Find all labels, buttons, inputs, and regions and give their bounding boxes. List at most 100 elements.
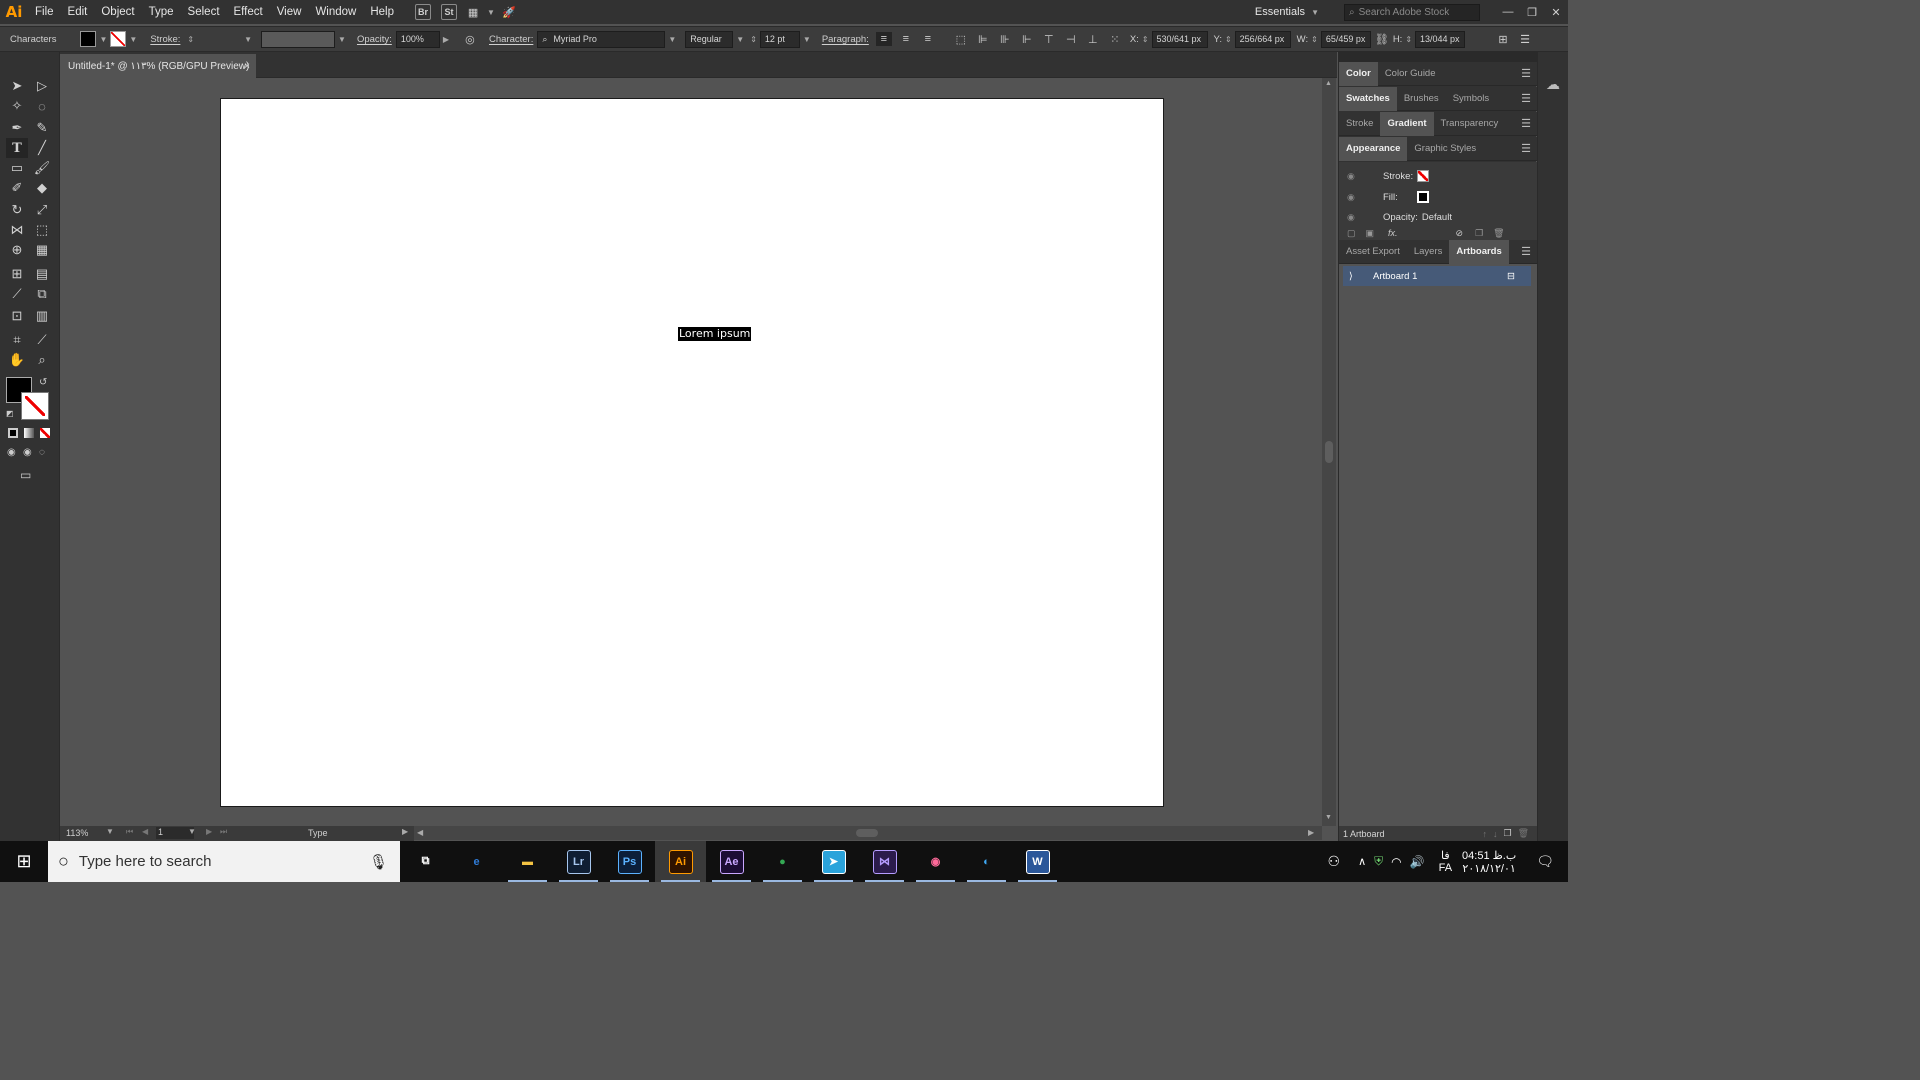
taskbar-app-chrome[interactable]: ● [757, 841, 808, 882]
align-left-edges-icon[interactable]: ⊫ [975, 32, 991, 46]
free-transform-tool-icon[interactable]: ⬚ [31, 220, 53, 240]
draw-behind-icon[interactable]: ◉ [23, 447, 32, 458]
panel-menu-icon[interactable]: ☰ [1521, 142, 1531, 155]
menu-type[interactable]: Type [142, 0, 181, 24]
chevron-down-icon[interactable]: ▼ [99, 35, 107, 44]
panel-menu-icon[interactable]: ☰ [1517, 32, 1533, 46]
taskbar-app-explorer[interactable]: ▬ [502, 841, 553, 882]
type-tool-icon[interactable]: T [6, 138, 28, 158]
taskbar-app-illustrator[interactable]: Ai [655, 841, 706, 882]
appearance-stroke-row[interactable]: ◉ Stroke: [1347, 166, 1527, 186]
fill-swatch[interactable] [80, 31, 97, 47]
scale-tool-icon[interactable]: ⤢ [31, 200, 53, 220]
tab-symbols[interactable]: Symbols [1446, 87, 1496, 111]
shape-builder-tool-icon[interactable]: ⊕ [6, 240, 28, 260]
stepper-icon[interactable]: ⇕ [187, 35, 194, 44]
workspace-switcher[interactable]: Essentials ▼ [1255, 6, 1322, 18]
move-up-icon[interactable]: ↑ [1482, 829, 1487, 839]
microphone-icon[interactable]: 🎙 [369, 853, 388, 871]
paragraph-label[interactable]: Paragraph: [822, 34, 869, 45]
show-hidden-icons-icon[interactable]: ∧ [1358, 855, 1366, 868]
tab-color[interactable]: Color [1339, 61, 1378, 86]
selected-text-object[interactable]: Lorem ipsum [678, 327, 752, 341]
new-fill-icon[interactable]: ▣ [1366, 228, 1375, 239]
align-to-icon[interactable]: ⬚ [953, 32, 969, 46]
stepper-icon[interactable]: ⇕ [1311, 35, 1318, 44]
duplicate-item-icon[interactable]: ❐ [1475, 228, 1483, 239]
creative-cloud-libraries-icon[interactable]: ☁ [1546, 76, 1560, 93]
volume-icon[interactable]: 🔊 [1410, 855, 1425, 869]
horizontal-scrollbar[interactable]: ◀ ▶ [414, 826, 1322, 840]
zoom-level[interactable]: 113% [66, 828, 88, 838]
chevron-down-icon[interactable]: ▼ [244, 35, 252, 44]
stepper-icon[interactable]: ⇕ [1405, 35, 1412, 44]
shaper-tool-icon[interactable]: ✐ [6, 178, 28, 198]
last-artboard-icon[interactable]: ⏭ [220, 827, 227, 837]
vertical-scroll-thumb[interactable] [1325, 441, 1333, 463]
document-tab[interactable]: Untitled-1* @ ۱۱۳% (RGB/GPU Preview) × [60, 54, 256, 78]
align-bottom-icon[interactable]: ⊥ [1085, 32, 1101, 46]
stroke-swatch[interactable] [110, 31, 127, 47]
tab-graphic-styles[interactable]: Graphic Styles [1407, 137, 1483, 161]
search-stock-input[interactable]: ⌕ Search Adobe Stock [1344, 3, 1480, 21]
variable-width-profile[interactable] [261, 30, 336, 48]
swap-colors-icon[interactable]: ↺ [39, 377, 47, 388]
menu-view[interactable]: View [270, 0, 309, 24]
input-language[interactable]: فا FA [1439, 849, 1452, 874]
menu-object[interactable]: Object [94, 0, 141, 24]
menu-edit[interactable]: Edit [61, 0, 95, 24]
align-right-edges-icon[interactable]: ⊩ [1019, 32, 1035, 46]
paintbrush-tool-icon[interactable]: 🖌 [31, 158, 53, 178]
panel-menu-icon[interactable]: ☰ [1521, 67, 1531, 80]
eye-icon[interactable]: ◉ [1347, 192, 1361, 203]
rotate-tool-icon[interactable]: ↻ [6, 200, 28, 220]
stroke-label[interactable]: Stroke: [150, 34, 180, 45]
taskbar-app-maps[interactable]: ◉ [910, 841, 961, 882]
transform-icon[interactable]: ⊞ [1495, 32, 1511, 46]
mesh-tool-icon[interactable]: ⊞ [6, 264, 28, 284]
vertical-scrollbar[interactable]: ▲ ▼ [1322, 78, 1336, 826]
scroll-left-icon[interactable]: ◀ [417, 828, 423, 837]
stroke-color-box[interactable] [21, 392, 49, 420]
security-shield-icon[interactable]: ⛨ [1374, 854, 1383, 869]
restore-icon[interactable]: ❐ [1520, 6, 1544, 19]
tab-asset-export[interactable]: Asset Export [1339, 240, 1407, 264]
draw-normal-icon[interactable]: ◉ [7, 447, 16, 458]
font-size-field[interactable]: 12 pt [759, 30, 800, 48]
panel-menu-icon[interactable]: ☰ [1521, 245, 1531, 258]
tab-stroke[interactable]: Stroke [1339, 112, 1380, 136]
opacity-label[interactable]: Opacity: [357, 34, 392, 45]
menu-help[interactable]: Help [363, 0, 401, 24]
stepper-icon[interactable]: ⇕ [1225, 35, 1232, 44]
artboard[interactable] [220, 98, 1164, 807]
blend-tool-icon[interactable]: ⧉ [31, 284, 53, 304]
panel-menu-icon[interactable]: ☰ [1521, 117, 1531, 130]
next-artboard-icon[interactable]: ▶ [206, 827, 212, 836]
artboard-tool-icon[interactable]: ⌗ [6, 330, 28, 350]
recolor-icon[interactable]: ◎ [462, 32, 478, 46]
align-top-icon[interactable]: ⊤ [1041, 32, 1057, 46]
chevron-down-icon[interactable]: ▼ [188, 827, 196, 836]
panel-name[interactable]: Characters [10, 34, 56, 45]
gradient-tool-icon[interactable]: ▤ [31, 264, 53, 284]
draw-inside-icon[interactable]: ◌ [39, 447, 45, 458]
taskbar-search-input[interactable]: ○ Type here to search 🎙 [48, 841, 400, 882]
eye-icon[interactable]: ◉ [1347, 212, 1361, 223]
fx-button[interactable]: fx. [1388, 228, 1398, 238]
eyedropper-tool-icon[interactable]: ⟋ [6, 284, 28, 304]
status-menu-icon[interactable]: ▶ [402, 827, 408, 836]
windows-start-icon[interactable]: ⊞ [0, 841, 48, 882]
perspective-grid-tool-icon[interactable]: ▦ [31, 240, 53, 260]
screen-mode-icon[interactable]: ▭ [20, 468, 31, 482]
chevron-down-icon[interactable]: ▼ [668, 35, 676, 44]
menu-effect[interactable]: Effect [227, 0, 270, 24]
tab-layers[interactable]: Layers [1407, 240, 1450, 264]
close-icon[interactable]: ✕ [1544, 6, 1568, 19]
taskbar-app-telegram[interactable]: ➤ [808, 841, 859, 882]
first-artboard-icon[interactable]: ⏮ [126, 827, 133, 837]
stock-button[interactable]: St [441, 4, 458, 20]
scroll-up-icon[interactable]: ▲ [1325, 80, 1332, 87]
default-colors-icon[interactable]: ◩ [6, 409, 14, 418]
taskbar-app-edge[interactable]: e [451, 841, 502, 882]
chevron-down-icon[interactable]: ▼ [129, 35, 137, 44]
